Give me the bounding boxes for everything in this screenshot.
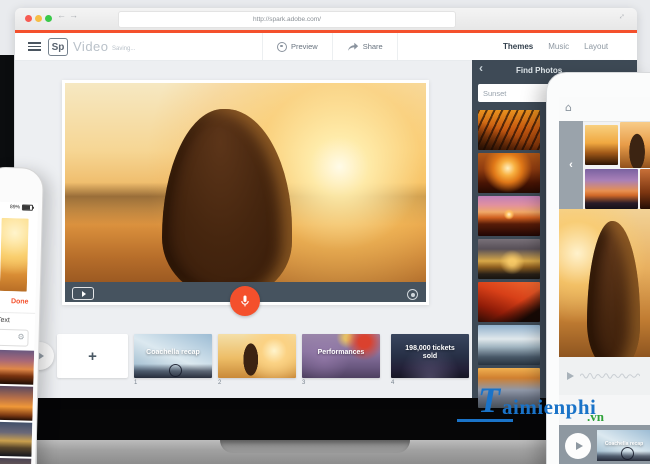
slide-2-thumbnail[interactable] [218,334,296,378]
zoom-window-button[interactable] [45,15,52,22]
tablet-photo-dark-sunset[interactable] [640,169,650,209]
toolbar-actions: Preview Share [262,33,398,60]
watermark: T aimienphi .vn [452,382,650,432]
done-button[interactable]: Done [11,298,29,305]
url-bar[interactable]: http://spark.adobe.com/ [118,11,456,28]
back-chevron-icon: ‹ [569,159,573,171]
page-root: ← → http://spark.adobe.com/ ↕ Sp Video S… [0,0,650,464]
phone-screen: 89% Done Text ⚙ [0,201,39,464]
slide-4-caption: 198,000 tickets sold [405,344,455,360]
slide-2-caption [218,334,296,372]
watermark-initial: T [478,380,500,420]
phone-preview-photo[interactable] [0,217,29,292]
tablet-slide-caption: Coachella recap [604,440,644,447]
slide-1-caption: Coachella recap [146,348,200,356]
app-title: Video [73,39,109,54]
laptop-base-notch [220,440,410,453]
tablet-slide-thumbnail[interactable]: Coachella recap [597,430,650,461]
menu-button[interactable] [28,42,41,51]
close-window-button[interactable] [25,15,32,22]
tablet-play-button[interactable] [565,433,591,459]
record-mic-button[interactable] [230,286,260,316]
tab-themes[interactable]: Themes [503,42,533,51]
tablet-preview-photo[interactable] [559,209,650,357]
phone-text-field[interactable]: ⚙ [0,328,29,347]
slide-3-thumbnail[interactable]: Performances [302,334,380,378]
divider [0,311,36,314]
share-button[interactable]: Share [333,33,398,60]
share-label: Share [362,42,383,51]
slide-1-number: 1 [134,380,138,386]
photo-result-blue-clouds[interactable] [478,325,540,365]
girl-silhouette [586,220,640,357]
slide-2-number: 2 [218,380,222,386]
minimize-window-button[interactable] [35,15,42,22]
tablet-photo-girl[interactable] [620,122,650,168]
phone-photo-silhouette[interactable] [0,457,32,464]
photo-result-purple-sunset[interactable] [478,196,540,236]
photo-result-ocean-sun[interactable] [478,153,540,193]
battery-icon [21,204,34,211]
stage-play-button[interactable] [72,287,94,300]
home-icon[interactable]: ⌂ [565,102,572,113]
timeline-slide-2: 2 [218,334,296,386]
photo-result-golden-clouds[interactable] [478,239,540,279]
tablet-photo-purple-sky[interactable] [585,169,638,209]
tablet-photo-golden-sunset[interactable] [585,125,618,165]
tablet-top-bar: ⌂ [559,97,650,122]
phone-photo-purple-sunset[interactable] [0,349,35,385]
play-icon [81,290,86,297]
timeline-slide-1: Coachella recap 1 [134,334,212,386]
browser-forward-button[interactable]: → [69,11,78,20]
editor-nav: Themes Music Layout [503,33,608,60]
watermark-underline [457,419,513,422]
microphone-icon [241,295,249,307]
phone-status-bar: 89% [9,204,34,211]
share-arrow-icon [347,42,358,51]
timeline: + Coachella recap 1 2 Performances 3 198… [57,334,469,386]
preview-label: Preview [291,42,318,51]
play-icon [575,442,583,450]
slide-3-caption: Performances [317,348,365,356]
photo-result-red-sky[interactable] [478,282,540,322]
add-slide-button[interactable]: + [57,334,128,378]
browser-back-button[interactable]: ← [57,11,66,20]
slide-4-thumbnail[interactable]: 198,000 tickets sold [391,334,469,378]
girl-silhouette [162,108,293,282]
spark-logo[interactable]: Sp [48,38,68,56]
panel-back-chevron-icon[interactable]: ‹ [479,62,483,74]
stage-photo-sunset-girl[interactable] [65,83,426,282]
phone-photo-dark-clouds[interactable] [0,421,33,457]
slide-1-thumbnail[interactable]: Coachella recap [134,334,212,378]
audio-play-icon[interactable] [567,372,574,380]
waveform-icon [580,373,640,379]
phone-photo-orange-sunset[interactable] [0,385,34,421]
watermark-domain: .vn [587,409,604,424]
battery-percent: 89% [9,204,21,211]
gear-icon[interactable]: ⚙ [17,332,24,341]
timeline-slide-4: 198,000 tickets sold 4 [391,334,469,386]
preview-eye-icon [277,41,287,52]
watermark-text: aimienphi [502,395,597,419]
tab-layout[interactable]: Layout [584,42,608,51]
phone-device: 89% Done Text ⚙ [0,166,45,464]
saving-status: Saving... [112,46,136,52]
tablet-back-rail[interactable]: ‹ [559,121,583,209]
tab-music[interactable]: Music [548,42,569,51]
photo-results-list [478,110,540,408]
phone-photo-list [0,349,35,464]
slide-duration-icon[interactable] [407,289,418,300]
timeline-slide-3: Performances 3 [302,334,380,386]
preview-button[interactable]: Preview [262,33,333,60]
photo-result-fern-sunset[interactable] [478,110,540,150]
text-label: Text [0,316,10,325]
slide-3-number: 3 [302,380,306,386]
